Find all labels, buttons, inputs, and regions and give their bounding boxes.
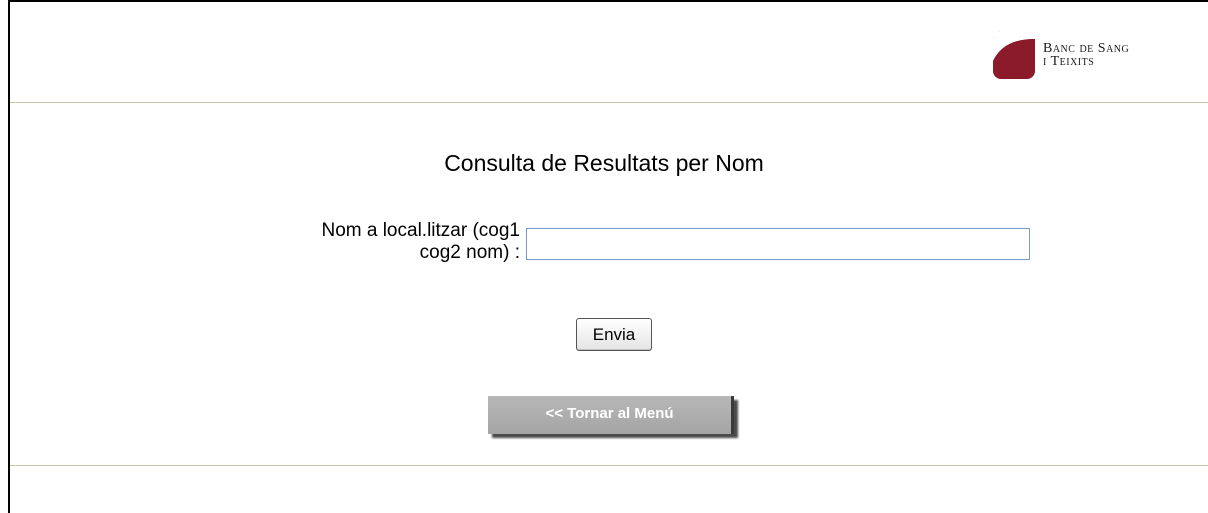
back-to-menu-button[interactable]: << Tornar al Menú [488,396,734,434]
submit-button[interactable]: Envia [576,318,652,351]
bottom-divider [10,465,1208,466]
banc-de-sang-logo-icon [993,31,1035,79]
brand-name-line2: i Teixits [1043,54,1095,69]
name-field-label: Nom a local.litzar (cog1 cog2 nom) : [220,220,520,264]
brand-name: Banc de Sang i Teixits [1043,42,1129,69]
name-field-label-line1: Nom a local.litzar (cog1 [321,220,520,241]
name-field-label-line2: cog2 nom) : [419,242,520,263]
top-divider [10,102,1208,103]
name-search-input[interactable] [526,228,1030,260]
page-title: Consulta de Resultats per Nom [444,150,764,176]
brand-logo: Banc de Sang i Teixits [993,31,1129,79]
